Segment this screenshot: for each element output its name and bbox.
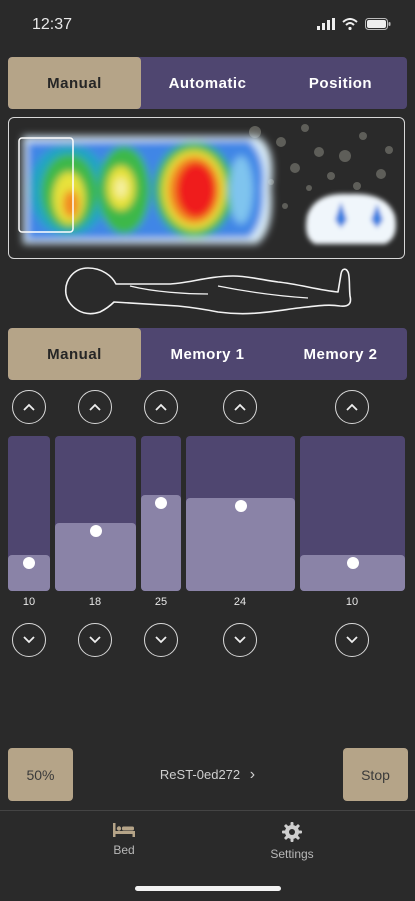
body-outline-illustration <box>64 267 352 315</box>
slider-handle[interactable] <box>346 557 359 569</box>
section-5-down-button[interactable] <box>335 623 369 657</box>
tab-position[interactable]: Position <box>274 57 407 109</box>
pressure-heatmap-image <box>18 124 396 244</box>
section-3-value: 25 <box>154 596 168 608</box>
pressure-map <box>8 117 405 259</box>
section-slider-4[interactable] <box>186 436 295 591</box>
section-slider-1[interactable] <box>8 436 50 591</box>
battery-icon <box>365 18 391 30</box>
device-name: ReST-0ed272 <box>159 767 241 782</box>
tab-memory-2[interactable]: Memory 2 <box>274 328 407 380</box>
chevron-up-icon <box>89 403 101 411</box>
status-bar: 12:37 <box>0 0 415 50</box>
wifi-icon <box>342 18 358 30</box>
section-4-down-button[interactable] <box>223 623 257 657</box>
tab-bed-label: Bed <box>113 843 135 857</box>
section-5-value: 10 <box>345 596 359 608</box>
tab-settings-label: Settings <box>270 847 314 861</box>
slider-handle[interactable] <box>234 500 247 512</box>
gear-icon <box>282 822 302 842</box>
system-icons <box>317 18 391 30</box>
chevron-up-icon <box>234 403 246 411</box>
chevron-up-icon <box>155 403 167 411</box>
bed-icon <box>113 823 135 837</box>
chevron-up-icon <box>346 403 358 411</box>
section-2-value: 18 <box>88 596 102 608</box>
slider-handle[interactable] <box>155 497 167 509</box>
status-time: 12:37 <box>32 16 73 33</box>
section-1-down-button[interactable] <box>12 623 46 657</box>
chevron-down-icon <box>155 636 167 644</box>
section-3-up-button[interactable] <box>144 390 178 424</box>
section-2-down-button[interactable] <box>78 623 112 657</box>
chevron-down-icon <box>234 636 246 644</box>
section-4-value: 24 <box>233 596 247 608</box>
home-indicator <box>135 886 281 891</box>
tab-automatic[interactable]: Automatic <box>141 57 274 109</box>
section-slider-3[interactable] <box>141 436 181 591</box>
section-slider-5[interactable] <box>300 436 405 591</box>
chevron-right-icon: › <box>249 766 256 783</box>
signal-icon <box>317 18 335 30</box>
slider-handle[interactable] <box>89 525 102 537</box>
slider-handle[interactable] <box>23 557 35 569</box>
section-slider-2[interactable] <box>55 436 136 591</box>
section-4-up-button[interactable] <box>223 390 257 424</box>
mode-tabs: Manual Automatic Position <box>8 57 407 109</box>
memory-tabs: Manual Memory 1 Memory 2 <box>8 328 407 380</box>
section-2-up-button[interactable] <box>78 390 112 424</box>
chevron-down-icon <box>89 636 101 644</box>
chevron-down-icon <box>346 636 358 644</box>
tab-memory-1[interactable]: Memory 1 <box>141 328 274 380</box>
section-1-value: 10 <box>22 596 36 608</box>
chevron-down-icon <box>23 636 35 644</box>
section-fill <box>141 495 181 591</box>
tab-memory-manual[interactable]: Manual <box>8 328 141 380</box>
tab-bed[interactable]: Bed <box>64 821 184 857</box>
section-1-up-button[interactable] <box>12 390 46 424</box>
chevron-up-icon <box>23 403 35 411</box>
tab-settings[interactable]: Settings <box>232 821 352 861</box>
tab-manual[interactable]: Manual <box>8 57 141 109</box>
stop-button[interactable]: Stop <box>343 748 408 801</box>
section-5-up-button[interactable] <box>335 390 369 424</box>
section-3-down-button[interactable] <box>144 623 178 657</box>
